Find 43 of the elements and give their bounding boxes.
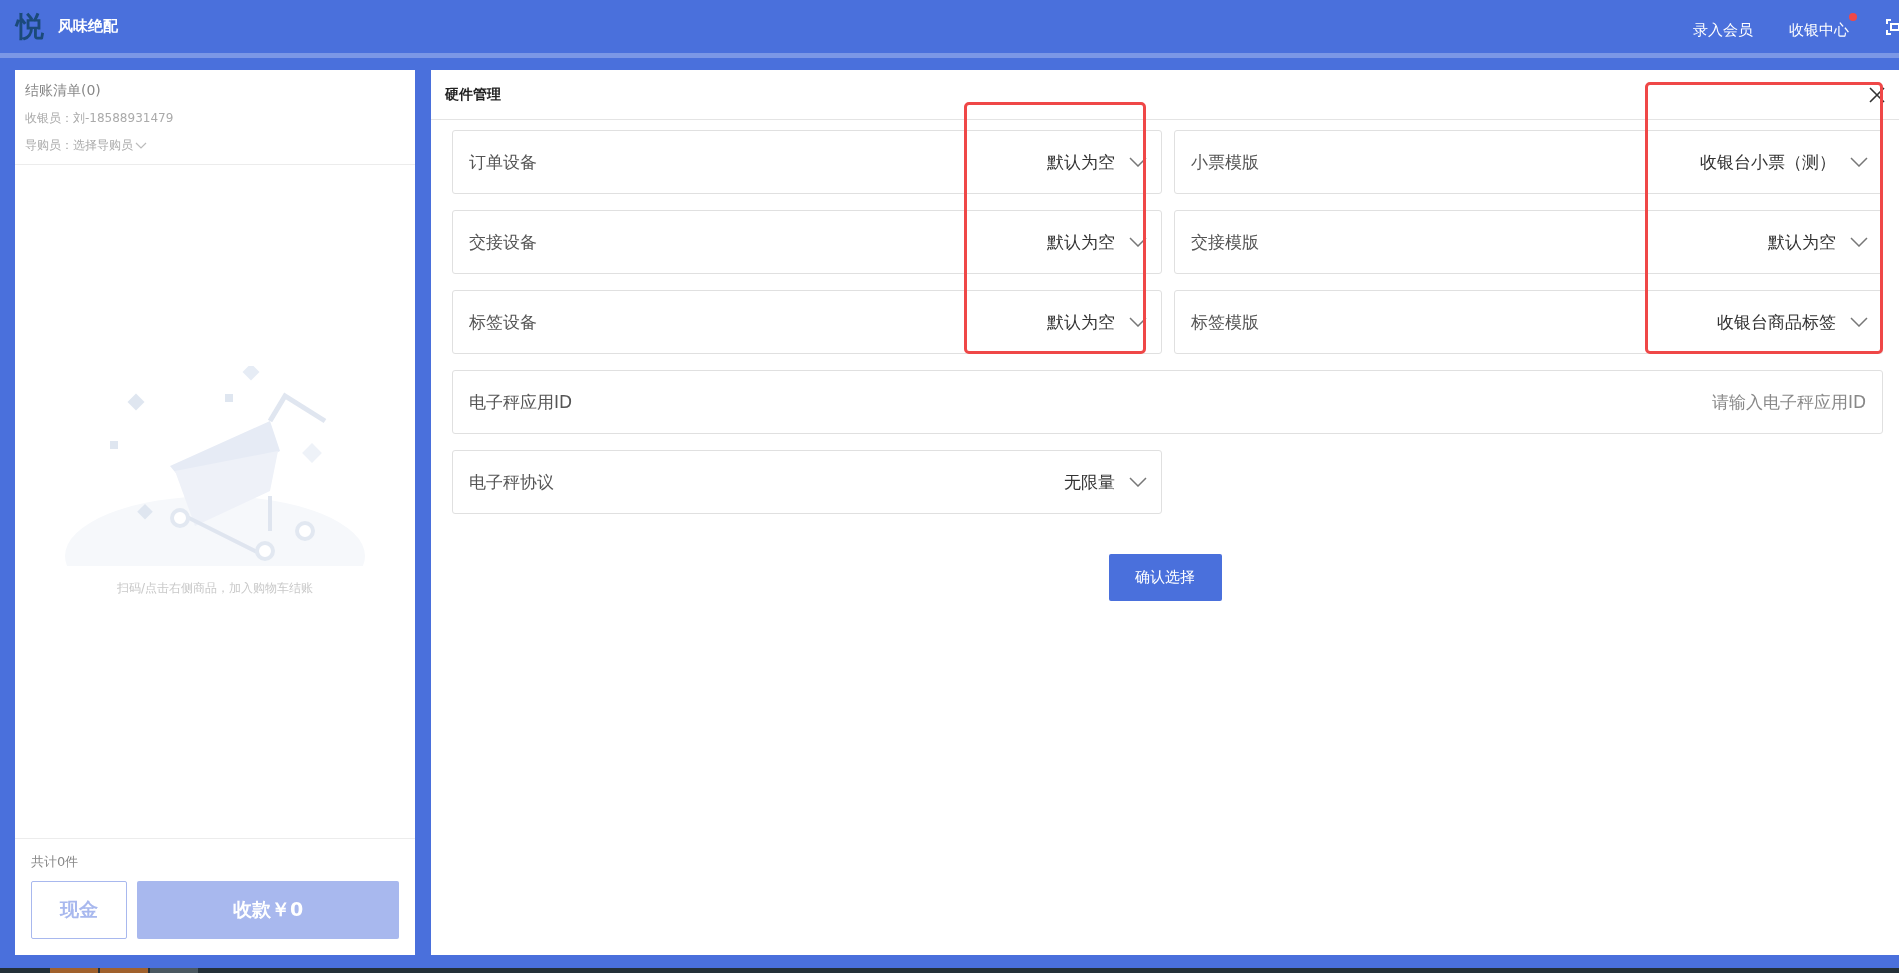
chevron-down-icon: [1850, 317, 1868, 327]
guide-label: 导购员：: [25, 137, 73, 154]
field-label: 小票模版: [1190, 150, 1259, 174]
field-label: 电子秤协议: [469, 470, 554, 494]
select-field[interactable]: 标签模版 收银台商品标签: [1173, 290, 1883, 354]
brand-logo: 悦: [16, 12, 44, 41]
field-label: 交接模版: [1190, 230, 1259, 254]
header-link[interactable]: 收银中心: [1789, 13, 1857, 40]
select-value: 收银台商品标签: [1717, 310, 1836, 334]
select-field[interactable]: 标签设备 默认为空: [452, 290, 1162, 354]
chevron-down-icon: [1128, 237, 1147, 247]
select-field[interactable]: 电子秤协议 无限量: [452, 450, 1162, 514]
field-label: 标签模版: [1190, 310, 1259, 334]
field-label: 标签设备: [469, 310, 537, 334]
select-value: 收银台小票（测）: [1700, 150, 1836, 174]
confirm-button[interactable]: 确认选择: [1108, 554, 1222, 601]
select-value: 默认为空: [1046, 150, 1115, 174]
dialog-title: 硬件管理: [445, 85, 501, 104]
scan-icon[interactable]: [1885, 17, 1899, 36]
field-label: 订单设备: [469, 150, 537, 174]
item-total: 共计0件: [31, 853, 80, 871]
brand-name: 风味绝配: [58, 17, 118, 36]
chevron-down-icon: [135, 142, 147, 149]
checkout-list-title: 结账清单(0): [25, 82, 102, 100]
select-field[interactable]: 交接设备 默认为空: [452, 210, 1162, 274]
cashier-info: 收银员：刘-18588931479: [25, 110, 175, 127]
chevron-down-icon: [1850, 157, 1868, 167]
chevron-down-icon: [1850, 237, 1868, 247]
select-value: 无限量: [1063, 470, 1115, 494]
field-label: 交接设备: [469, 230, 537, 254]
select-field[interactable]: 订单设备 默认为空: [452, 130, 1162, 194]
select-value: 默认为空: [1768, 230, 1836, 254]
close-button[interactable]: [1869, 86, 1885, 103]
header-link[interactable]: 录入会员: [1693, 13, 1761, 40]
select-field[interactable]: 小票模版 收银台小票（测）: [1173, 130, 1883, 194]
chevron-down-icon: [1128, 157, 1147, 167]
chevron-down-icon: [1128, 477, 1147, 487]
chevron-down-icon: [1128, 317, 1147, 327]
select-value: 默认为空: [1046, 310, 1115, 334]
close-icon: [1869, 86, 1885, 103]
select-field[interactable]: 交接模版 默认为空: [1173, 210, 1883, 274]
field-label: 电子秤应用ID: [469, 390, 573, 414]
select-value: 默认为空: [1046, 230, 1115, 254]
